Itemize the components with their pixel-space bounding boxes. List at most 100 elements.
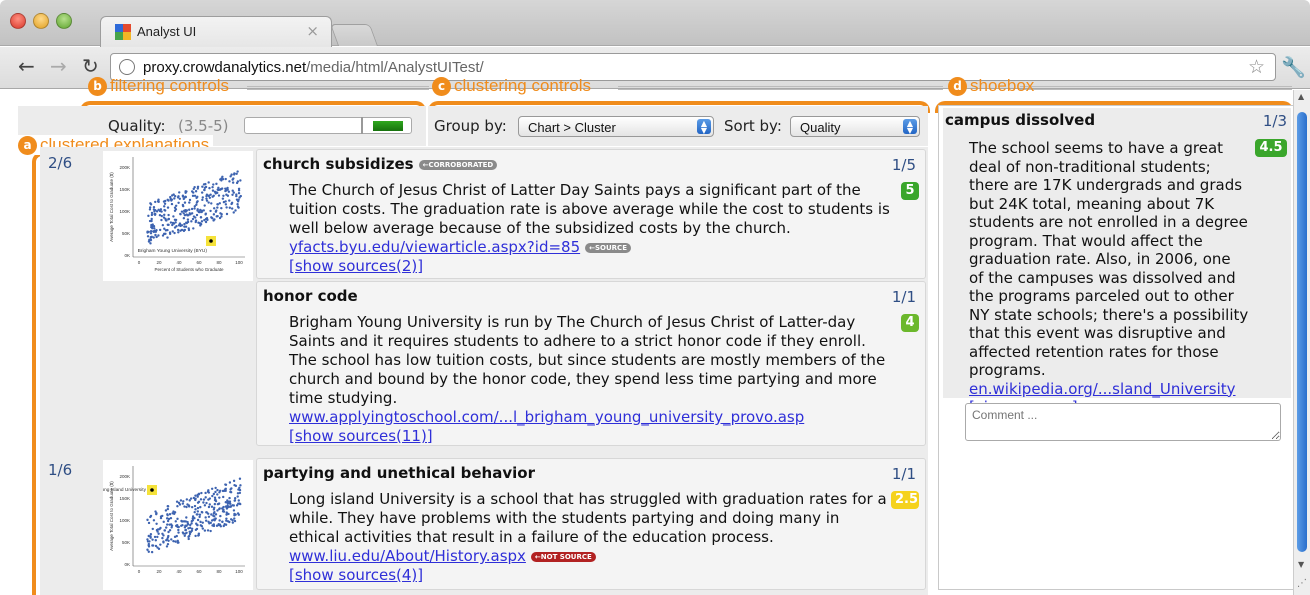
data-point <box>185 531 188 534</box>
annotation-line <box>1020 86 1292 90</box>
data-point <box>215 182 218 186</box>
data-point <box>215 524 219 527</box>
data-point <box>204 212 208 215</box>
data-point <box>147 550 150 553</box>
show-sources-link[interactable]: [show sources(11)] <box>289 427 921 446</box>
data-point <box>146 518 149 522</box>
data-point <box>167 530 170 534</box>
source-link[interactable]: www.applyingtoschool.com/...l_brigham_yo… <box>289 408 921 427</box>
data-point <box>178 222 182 226</box>
annotation-letter: a <box>18 136 37 155</box>
explanation-card[interactable]: partying and unethical behavior 1/1 2.5 … <box>256 458 926 590</box>
data-point <box>164 219 168 222</box>
source-link[interactable]: en.wikipedia.org/...sland_University <box>969 380 1287 399</box>
forward-icon[interactable]: → <box>50 56 67 76</box>
data-point <box>216 493 219 496</box>
minimize-window-button[interactable] <box>33 13 49 29</box>
comment-field[interactable] <box>965 403 1281 441</box>
data-point <box>201 198 204 202</box>
quality-slider[interactable] <box>244 117 412 134</box>
data-point <box>196 510 200 513</box>
cluster-chart-thumbnail[interactable]: 200K 150K 100K 50K 0K 0 20 40 60 80 100 Average Tot… <box>99 460 253 590</box>
data-point <box>211 494 214 498</box>
resize-grip-icon[interactable]: ⋰ <box>1297 578 1307 589</box>
data-point <box>177 528 180 532</box>
scatter-chart: 200K 150K 100K 50K 0K 0 20 40 60 80 100 Average Tot… <box>109 157 245 272</box>
card-count: 1/1 <box>891 288 916 306</box>
data-point <box>201 527 205 530</box>
vertical-scrollbar[interactable]: ▲ ▼ ⋰ <box>1293 90 1310 595</box>
data-point <box>151 527 154 531</box>
new-tab-button[interactable] <box>329 24 379 46</box>
data-point <box>216 206 219 209</box>
url-text: proxy.crowdanalytics.net/media/html/Anal… <box>143 59 484 76</box>
data-point <box>171 230 174 233</box>
source-link[interactable]: www.liu.edu/About/History.aspx <box>289 547 526 565</box>
zoom-window-button[interactable] <box>56 13 72 29</box>
shoebox-panel: campus dissolved 1/3 4.5 The school seem… <box>938 105 1296 590</box>
cluster-chart-thumbnail[interactable]: 200K 150K 100K 50K 0K 0 20 40 60 80 100 Average Tot… <box>103 151 253 281</box>
data-point <box>162 200 166 203</box>
data-point <box>217 194 221 197</box>
data-point <box>224 177 227 181</box>
data-point <box>153 213 157 216</box>
data-point <box>159 515 163 518</box>
wrench-icon[interactable]: 🔧 <box>1281 55 1306 79</box>
favicon-icon <box>115 24 131 40</box>
source-link[interactable]: yfacts.byu.edu/viewarticle.aspx?id=85 <box>289 238 580 256</box>
data-point <box>225 517 228 520</box>
show-sources-link[interactable]: [show sources(4)] <box>289 566 921 585</box>
card-count: 1/1 <box>891 465 916 483</box>
data-point <box>176 505 179 508</box>
close-icon[interactable]: × <box>306 22 319 40</box>
data-point <box>161 536 164 540</box>
data-point <box>230 207 234 210</box>
data-point <box>196 518 200 522</box>
show-sources-link[interactable]: [show sources(2)] <box>289 257 921 276</box>
quality-label: Quality: <box>108 117 166 135</box>
shoebox-card[interactable]: campus dissolved 1/3 4.5 The school seem… <box>943 108 1291 416</box>
data-point <box>183 534 186 537</box>
scrollbar-thumb[interactable] <box>1297 112 1307 552</box>
address-bar[interactable]: proxy.crowdanalytics.net/media/html/Anal… <box>110 53 1276 81</box>
back-icon[interactable]: ← <box>18 56 35 76</box>
data-point <box>232 177 235 180</box>
data-point <box>212 514 215 517</box>
data-point <box>201 511 204 514</box>
close-window-button[interactable] <box>10 13 26 29</box>
group-by-select[interactable]: Chart > Cluster ▲ ▼ <box>518 116 714 137</box>
slider-divider <box>361 117 363 134</box>
data-point <box>174 218 178 222</box>
slider-range-fill[interactable] <box>372 121 403 131</box>
data-point <box>168 523 171 526</box>
annotation-filtering: b filtering controls <box>88 76 229 96</box>
data-point <box>218 202 221 205</box>
data-point <box>207 520 210 524</box>
data-point <box>230 487 233 490</box>
data-point <box>232 504 236 507</box>
data-point <box>226 194 230 197</box>
data-point <box>228 199 231 202</box>
explanation-card[interactable]: church subsidizes ←CORROBORATED 1/5 5 The… <box>256 149 926 279</box>
data-point <box>233 517 236 520</box>
annotation-line <box>618 86 943 90</box>
y-tick-label: 50K <box>122 231 130 236</box>
data-point <box>162 520 165 524</box>
y-axis-label: Average Total Cost to Graduate ($) <box>109 172 114 242</box>
tab-analyst-ui[interactable]: Analyst UI × <box>100 16 332 47</box>
data-point <box>210 487 214 490</box>
reload-icon[interactable]: ↻ <box>82 56 99 76</box>
data-point <box>222 524 225 528</box>
y-tick-label: 0K <box>124 253 130 258</box>
explanation-card[interactable]: honor code 1/1 4 Brigham Young Universit… <box>256 281 926 446</box>
data-point <box>224 189 227 193</box>
star-icon[interactable]: ☆ <box>1248 56 1265 78</box>
scroll-down-icon[interactable]: ▼ <box>1298 560 1304 569</box>
sort-by-select[interactable]: Quality ▲ ▼ <box>790 116 920 137</box>
data-point <box>225 511 228 514</box>
scroll-up-icon[interactable]: ▲ <box>1298 92 1304 101</box>
data-point <box>229 502 232 505</box>
data-point <box>233 519 237 523</box>
annotation-shoebox: d shoebox <box>948 76 1034 96</box>
data-point <box>204 516 207 519</box>
